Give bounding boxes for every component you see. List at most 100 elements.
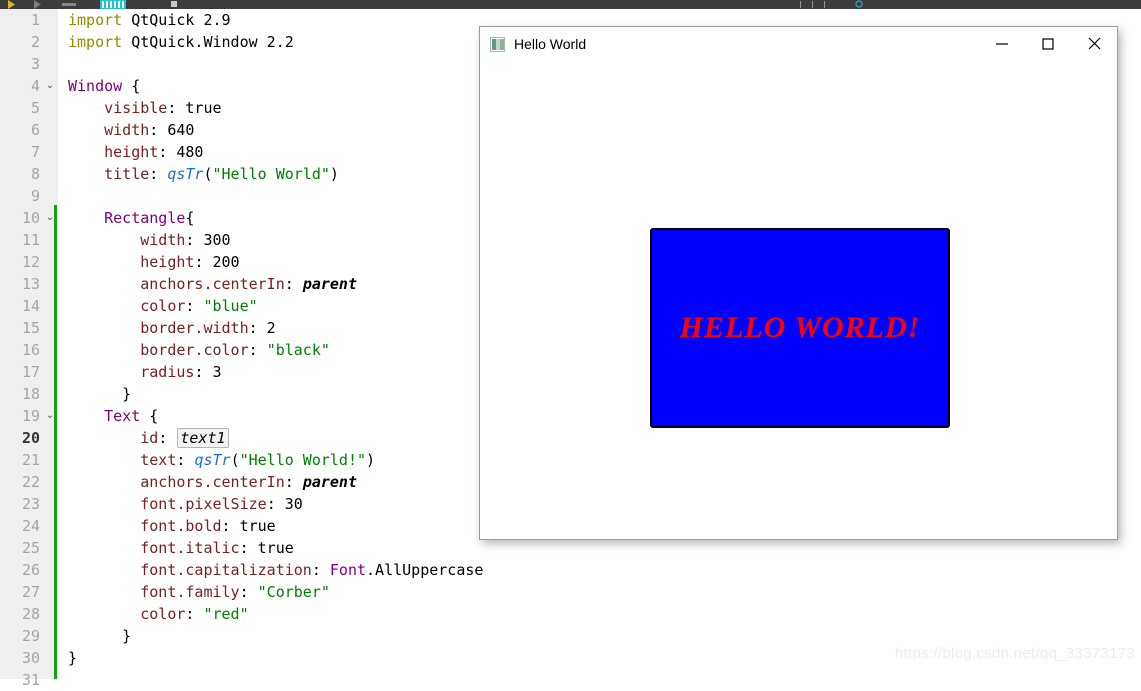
code-token: import [68, 11, 123, 29]
code-token: title [68, 165, 150, 183]
code-token: .AllUppercase [366, 561, 484, 579]
qml-rectangle: HELLO WORLD! [650, 228, 950, 428]
line-text: id: text1 [68, 427, 230, 449]
line-number: 24 [21, 517, 40, 535]
code-token: parent [302, 473, 357, 491]
line-number: 30 [21, 649, 40, 667]
line-text: radius: 3 [68, 361, 222, 383]
code-line[interactable]: 25 font.italic: true [0, 537, 1141, 559]
code-line[interactable]: 29 } [0, 625, 1141, 647]
kit-selector-icon[interactable] [100, 0, 126, 9]
line-number: 3 [30, 55, 40, 73]
code-token: width [68, 231, 186, 249]
code-token: Font [329, 561, 367, 579]
code-token: QtQuick 2.9 [122, 11, 231, 29]
line-number: 25 [21, 539, 40, 557]
line-text: Text { [68, 405, 158, 427]
line-number: 22 [21, 473, 40, 491]
line-number: 31 [21, 671, 40, 689]
code-token: } [68, 627, 132, 645]
line-number: 15 [21, 319, 40, 337]
qt-app-icon [490, 37, 505, 52]
code-token: : 640 [149, 121, 195, 139]
run-icon[interactable] [6, 0, 16, 9]
line-text: color: "blue" [68, 295, 257, 317]
build-icon[interactable] [62, 0, 76, 9]
chevron-down-icon[interactable]: ⌄ [44, 75, 56, 97]
qt-window-title: Hello World [514, 36, 587, 52]
maximize-button[interactable] [1025, 27, 1071, 60]
code-token: parent [302, 275, 357, 293]
debug-icon[interactable] [32, 0, 42, 9]
code-token: { [122, 77, 141, 95]
main-toolbar[interactable] [0, 0, 1141, 9]
line-text: font.capitalization: Font.AllUppercase [68, 559, 483, 581]
line-text: height: 480 [68, 141, 203, 163]
qml-hello-world-text: HELLO WORLD! [679, 311, 921, 344]
line-text: import QtQuick 2.9 [68, 9, 231, 31]
line-number: 16 [21, 341, 40, 359]
code-token: border.color [68, 341, 249, 359]
code-token: QtQuick.Window 2.2 [122, 33, 294, 51]
line-number: 10 [21, 209, 40, 227]
code-token: ) [329, 165, 339, 183]
line-text: Window { [68, 75, 140, 97]
line-text: } [68, 625, 131, 647]
code-token: anchors.centerIn [68, 473, 285, 491]
code-token: border.width [68, 319, 249, 337]
line-number: 13 [21, 275, 40, 293]
code-token: : 30 [266, 495, 303, 513]
code-token: : true [167, 99, 222, 117]
code-token: { [185, 209, 195, 227]
line-text: } [68, 647, 77, 669]
code-token: radius [68, 363, 195, 381]
chevron-down-icon[interactable]: ⌄ [44, 207, 56, 229]
chevron-down-icon[interactable]: ⌄ [44, 405, 56, 427]
close-button[interactable] [1071, 27, 1117, 60]
line-text: anchors.centerIn: parent [68, 471, 357, 493]
code-token: : 480 [158, 143, 204, 161]
minimize-button[interactable] [979, 27, 1025, 60]
split-editor-icon[interactable] [800, 0, 830, 9]
code-token: : 3 [194, 363, 222, 381]
line-number: 21 [21, 451, 40, 469]
code-token: : 2 [248, 319, 276, 337]
line-number: 27 [21, 583, 40, 601]
code-token: font.capitalization [68, 561, 312, 579]
code-line[interactable]: 28 color: "red" [0, 603, 1141, 625]
code-token: color [68, 605, 186, 623]
line-number: 23 [21, 495, 40, 513]
line-text: height: 200 [68, 251, 239, 273]
code-token: font.italic [68, 539, 240, 557]
line-number: 9 [30, 187, 40, 205]
code-token: color [68, 297, 186, 315]
code-token: font.bold [68, 517, 222, 535]
code-token: "Corber" [257, 583, 330, 601]
code-token: Rectangle [68, 209, 186, 227]
qt-window-titlebar[interactable]: Hello World [480, 27, 1117, 62]
line-text: color: "red" [68, 603, 248, 625]
line-number: 12 [21, 253, 40, 271]
code-token: Text [68, 407, 141, 425]
line-text: Rectangle{ [68, 207, 194, 229]
code-token: id [68, 429, 159, 447]
code-token: } [68, 385, 132, 403]
code-token: : [284, 473, 303, 491]
code-line[interactable]: 27 font.family: "Corber" [0, 581, 1141, 603]
qt-application-window[interactable]: Hello World HELLO WORLD! [479, 26, 1118, 540]
locator-icon[interactable] [855, 0, 863, 9]
stop-icon[interactable] [170, 0, 178, 9]
line-number: 2 [30, 33, 40, 51]
code-token: ( [203, 165, 213, 183]
code-line[interactable]: 26 font.capitalization: Font.AllUppercas… [0, 559, 1141, 581]
code-token: : [248, 341, 267, 359]
code-token: : [149, 165, 168, 183]
line-text: width: 640 [68, 119, 194, 141]
code-token: font.pixelSize [68, 495, 267, 513]
code-token: "Hello World!" [239, 451, 367, 469]
line-number: 4 [30, 77, 40, 95]
code-token: text1 [177, 428, 229, 448]
code-token: qsTr [167, 165, 204, 183]
line-number: 14 [21, 297, 40, 315]
code-line[interactable]: 31 [0, 669, 1141, 691]
